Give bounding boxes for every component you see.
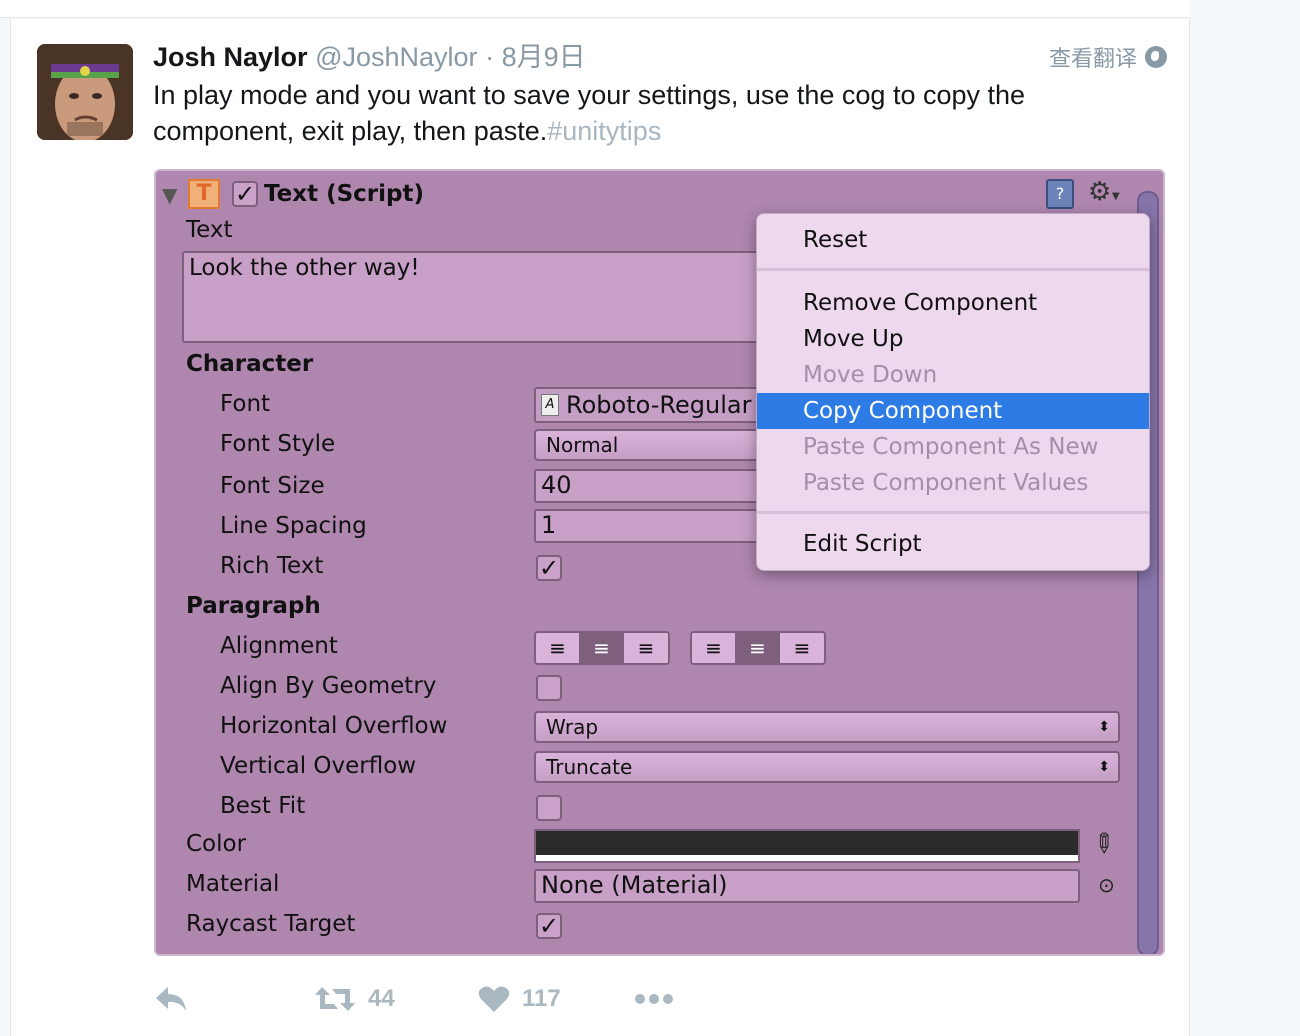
rich-text-checkbox[interactable]: ✓ (536, 555, 562, 581)
horizontal-overflow-value: Wrap (546, 715, 599, 739)
menu-item-edit-script[interactable]: Edit Script (757, 526, 1149, 562)
globe-icon (1145, 46, 1167, 68)
line-spacing-label: Line Spacing (220, 513, 367, 539)
gear-dropdown-icon: ▼ (1112, 191, 1120, 202)
align-center-icon[interactable]: ≡ (580, 633, 624, 663)
font-label: Font (220, 391, 271, 417)
component-context-menu: Reset Remove Component Move Up Move Down… (756, 213, 1150, 571)
align-by-geometry-checkbox[interactable] (536, 675, 562, 701)
horizontal-overflow-dropdown[interactable]: Wrap ⬍ (534, 711, 1120, 743)
reply-icon (156, 987, 186, 1011)
like-count: 117 (522, 985, 561, 1012)
foldout-arrow-icon[interactable]: ▼ (162, 183, 177, 207)
retweet-icon (315, 987, 355, 1011)
vertical-overflow-dropdown[interactable]: Truncate ⬍ (534, 751, 1120, 783)
raycast-target-label: Raycast Target (186, 911, 356, 937)
best-fit-label: Best Fit (220, 793, 306, 819)
dropdown-arrows-icon: ⬍ (1098, 759, 1110, 775)
font-field[interactable]: A Roboto-Regular (534, 387, 782, 423)
object-picker-icon[interactable]: ⊙ (1098, 873, 1115, 897)
menu-item-paste-component-values: Paste Component Values (803, 470, 1089, 496)
text-component-icon: T (188, 179, 220, 209)
rich-text-label: Rich Text (220, 553, 324, 579)
component-title: Text (Script) (264, 181, 424, 207)
header-separator: · (485, 42, 495, 72)
text-label: Text (186, 217, 233, 243)
tweet-timestamp[interactable]: 8月9日 (502, 42, 586, 72)
align-right-icon[interactable]: ≡ (624, 633, 668, 663)
vertical-overflow-value: Truncate (546, 755, 633, 779)
menu-separator (757, 511, 1149, 514)
previous-tweet-edge (0, 0, 1190, 18)
character-header: Character (186, 351, 314, 377)
line-spacing-field[interactable]: 1 (534, 509, 782, 543)
vertical-alignment-group: ≡ ≡ ≡ (690, 631, 826, 665)
font-style-value: Normal (546, 433, 619, 457)
align-left-icon[interactable]: ≡ (536, 633, 580, 663)
retweet-count: 44 (368, 985, 395, 1012)
translate-label: 查看翻译 (1048, 47, 1137, 72)
material-field[interactable]: None (Material) (534, 869, 1080, 903)
best-fit-checkbox[interactable] (536, 795, 562, 821)
align-bottom-icon[interactable]: ≡ (780, 633, 824, 663)
menu-separator (757, 268, 1149, 271)
menu-item-reset[interactable]: Reset (757, 222, 1149, 258)
menu-item-move-up[interactable]: Move Up (757, 321, 1149, 357)
more-icon (635, 994, 673, 1004)
horizontal-overflow-label: Horizontal Overflow (220, 713, 448, 739)
like-icon (478, 986, 510, 1012)
media-image[interactable]: ▼ T ✓ Text (Script) ? ⚙ ▼ Text Look the … (154, 169, 1165, 956)
font-size-label: Font Size (220, 473, 325, 499)
retweet-button[interactable]: 44 (314, 985, 395, 1013)
tweet-header: Josh Naylor @JoshNaylor · 8月9日 (153, 41, 586, 73)
hashtag-link[interactable]: #unitytips (547, 116, 661, 146)
gear-icon[interactable]: ⚙ (1088, 177, 1111, 207)
more-button[interactable] (634, 993, 674, 1005)
menu-item-copy-component[interactable]: Copy Component (757, 393, 1149, 429)
component-enabled-checkbox[interactable]: ✓ (232, 181, 258, 207)
horizontal-alignment-group: ≡ ≡ ≡ (534, 631, 670, 665)
reply-button[interactable] (154, 985, 188, 1013)
dropdown-arrows-icon: ⬍ (1098, 719, 1110, 735)
menu-item-remove-component[interactable]: Remove Component (757, 285, 1149, 321)
color-alpha-bar (536, 855, 1078, 861)
help-book-icon[interactable]: ? (1046, 179, 1074, 209)
vertical-overflow-label: Vertical Overflow (220, 753, 417, 779)
text-value-area[interactable]: Look the other way! (182, 251, 782, 343)
font-style-dropdown[interactable]: Normal (534, 429, 782, 461)
color-swatch[interactable] (534, 829, 1080, 863)
align-top-icon[interactable]: ≡ (692, 633, 736, 663)
author-name[interactable]: Josh Naylor (153, 42, 308, 72)
font-style-label: Font Style (220, 431, 336, 457)
avatar[interactable] (37, 44, 133, 140)
font-value: Roboto-Regular (566, 391, 752, 419)
like-button[interactable]: 117 (478, 985, 561, 1013)
alignment-label: Alignment (220, 633, 338, 659)
tweet: Josh Naylor @JoshNaylor · 8月9日 查看翻译 In p… (10, 19, 1190, 1036)
material-label: Material (186, 871, 280, 897)
font-asset-icon: A (541, 394, 559, 416)
menu-item-move-down: Move Down (803, 362, 938, 388)
paragraph-header: Paragraph (186, 593, 321, 619)
eyedropper-icon[interactable]: ✎ (1085, 826, 1122, 863)
tweet-text: In play mode and you want to save your s… (153, 77, 1153, 149)
color-label: Color (186, 831, 247, 857)
author-handle[interactable]: @JoshNaylor (315, 42, 477, 72)
font-size-field[interactable]: 40 (534, 469, 782, 503)
menu-item-paste-component-as-new: Paste Component As New (803, 434, 1099, 460)
translate-link[interactable]: 查看翻译 (1049, 41, 1167, 73)
align-middle-icon[interactable]: ≡ (736, 633, 780, 663)
align-by-geometry-label: Align By Geometry (220, 673, 437, 699)
raycast-target-checkbox[interactable]: ✓ (536, 913, 562, 939)
